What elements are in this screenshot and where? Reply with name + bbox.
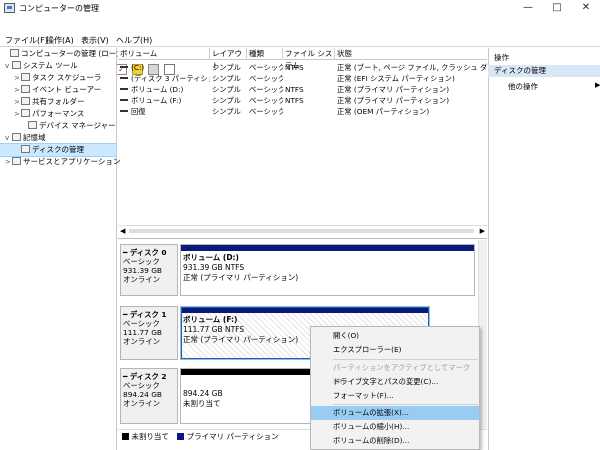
column-volume[interactable]: ボリューム: [118, 48, 210, 60]
disk-2-label[interactable]: ━ ディスク 2 ベーシック 894.24 GB オンライン: [120, 368, 178, 424]
title-bar: コンピューターの管理 — □ ✕: [0, 0, 600, 16]
disk-0-partition[interactable]: ボリューム (D:) 931.39 GB NTFS 正常 (プライマリ パーティ…: [180, 244, 475, 296]
window-title: コンピューターの管理: [19, 4, 99, 13]
minimize-button[interactable]: —: [514, 0, 542, 16]
context-mark-active: パーティションをアクティブとしてマーク(M): [333, 363, 471, 386]
volume-icon: [120, 99, 128, 101]
unallocated-legend-swatch: [122, 433, 129, 440]
context-explorer[interactable]: エクスプローラー(E): [311, 343, 479, 357]
device-icon: [28, 121, 37, 129]
performance-icon: [21, 109, 30, 117]
context-format[interactable]: フォーマット(F)...: [311, 389, 479, 403]
disk-1-label[interactable]: ━ ディスク 1 ベーシック 111.77 GB オンライン: [120, 306, 178, 360]
scroll-right-icon[interactable]: ▶: [480, 227, 485, 235]
tree-item-disk-management[interactable]: ディスクの管理: [0, 143, 117, 157]
context-menu: 開く(O) エクスプローラー(E) パーティションをアクティブとしてマーク(M)…: [310, 326, 480, 450]
disk-icon: ━: [123, 248, 130, 257]
volume-row[interactable]: (ディスク 3 パーティション 2) シンプル ベーシック 正常 (EFI シス…: [118, 73, 487, 84]
context-separator: [333, 359, 478, 360]
column-layout[interactable]: レイアウト: [210, 48, 247, 70]
tree-item-services-applications[interactable]: > サービスとアプリケーション: [0, 156, 120, 168]
operations-title: 操作: [494, 53, 509, 62]
services-icon: [12, 157, 21, 165]
clock-icon: [21, 73, 30, 81]
context-separator: [333, 404, 478, 405]
more-actions-link[interactable]: 他の操作: [508, 81, 538, 92]
event-icon: [21, 85, 30, 93]
operations-section-disk-management[interactable]: ディスクの管理: [488, 65, 600, 77]
volume-icon: [120, 77, 128, 79]
tree-item-shared-folders[interactable]: > 共有フォルダー: [0, 96, 116, 108]
volume-list-horizontal-scrollbar[interactable]: ◀ ▶: [118, 225, 487, 236]
menu-bar: ファイル(F) 操作(A) 表示(V) ヘルプ(H): [0, 17, 600, 45]
column-status[interactable]: 状態: [335, 48, 487, 60]
tree-item-device-manager[interactable]: デバイス マネージャー: [0, 120, 116, 132]
volume-row[interactable]: ボリューム (F:) シンプル ベーシック NTFS 正常 (プライマリ パーテ…: [118, 95, 487, 106]
disk-icon: ━: [123, 310, 130, 319]
scroll-thumb[interactable]: [129, 229, 474, 233]
tree-item-event-viewer[interactable]: > イベント ビューアー: [0, 84, 116, 96]
volume-row[interactable]: (C:) シンプル ベーシック NTFS 正常 (ブート, ページ ファイル, …: [118, 62, 487, 73]
storage-icon: [12, 133, 21, 141]
computer-management-icon: [4, 3, 15, 13]
tree-item-task-scheduler[interactable]: > タスク スケジューラ: [0, 72, 116, 84]
context-delete-volume[interactable]: ボリュームの削除(D)...: [311, 434, 479, 448]
context-open[interactable]: 開く(O): [311, 329, 479, 343]
tree-item-system-tools[interactable]: v システム ツール: [0, 60, 116, 72]
close-button[interactable]: ✕: [572, 0, 600, 16]
volume-icon: [120, 66, 128, 68]
column-file-system[interactable]: ファイル システム: [283, 48, 335, 70]
toolbar: ⬅ ➡ ? ✕ ✓: [0, 31, 600, 75]
tools-icon: [12, 61, 21, 69]
disk-icon: ━: [123, 372, 130, 381]
disk-0-label[interactable]: ━ ディスク 0 ベーシック 931.39 GB オンライン: [120, 244, 178, 296]
column-type[interactable]: 種類: [247, 48, 283, 60]
context-shrink-volume[interactable]: ボリュームの縮小(H)...: [311, 420, 479, 434]
operations-pane: [488, 48, 600, 450]
context-extend-volume[interactable]: ボリュームの拡張(X)...: [311, 406, 479, 420]
disk-icon: [21, 145, 30, 153]
volume-row[interactable]: ボリューム (D:) シンプル ベーシック NTFS 正常 (プライマリ パーテ…: [118, 84, 487, 95]
folder-icon: [21, 97, 30, 105]
primary-legend-swatch: [177, 433, 185, 440]
navigation-tree: コンピューターの管理 (ローカル) v システム ツール > タスク スケジューラ …: [0, 48, 134, 450]
tree-item-computer-management[interactable]: コンピューターの管理 (ローカル): [0, 48, 134, 60]
scroll-left-icon[interactable]: ◀: [120, 227, 125, 235]
volume-row[interactable]: 回復 シンプル ベーシック 正常 (OEM パーティション): [118, 106, 487, 117]
computer-icon: [10, 49, 19, 57]
context-change-drive-letter[interactable]: ドライブ文字とパスの変更(C)...: [311, 375, 479, 389]
volume-icon: [120, 88, 128, 90]
tree-item-storage[interactable]: v 記憶域: [0, 132, 116, 144]
maximize-button[interactable]: □: [543, 0, 571, 16]
tree-item-performance[interactable]: > パフォーマンス: [0, 108, 116, 120]
chevron-right-icon[interactable]: ▶: [595, 81, 600, 89]
volume-icon: [120, 110, 128, 112]
